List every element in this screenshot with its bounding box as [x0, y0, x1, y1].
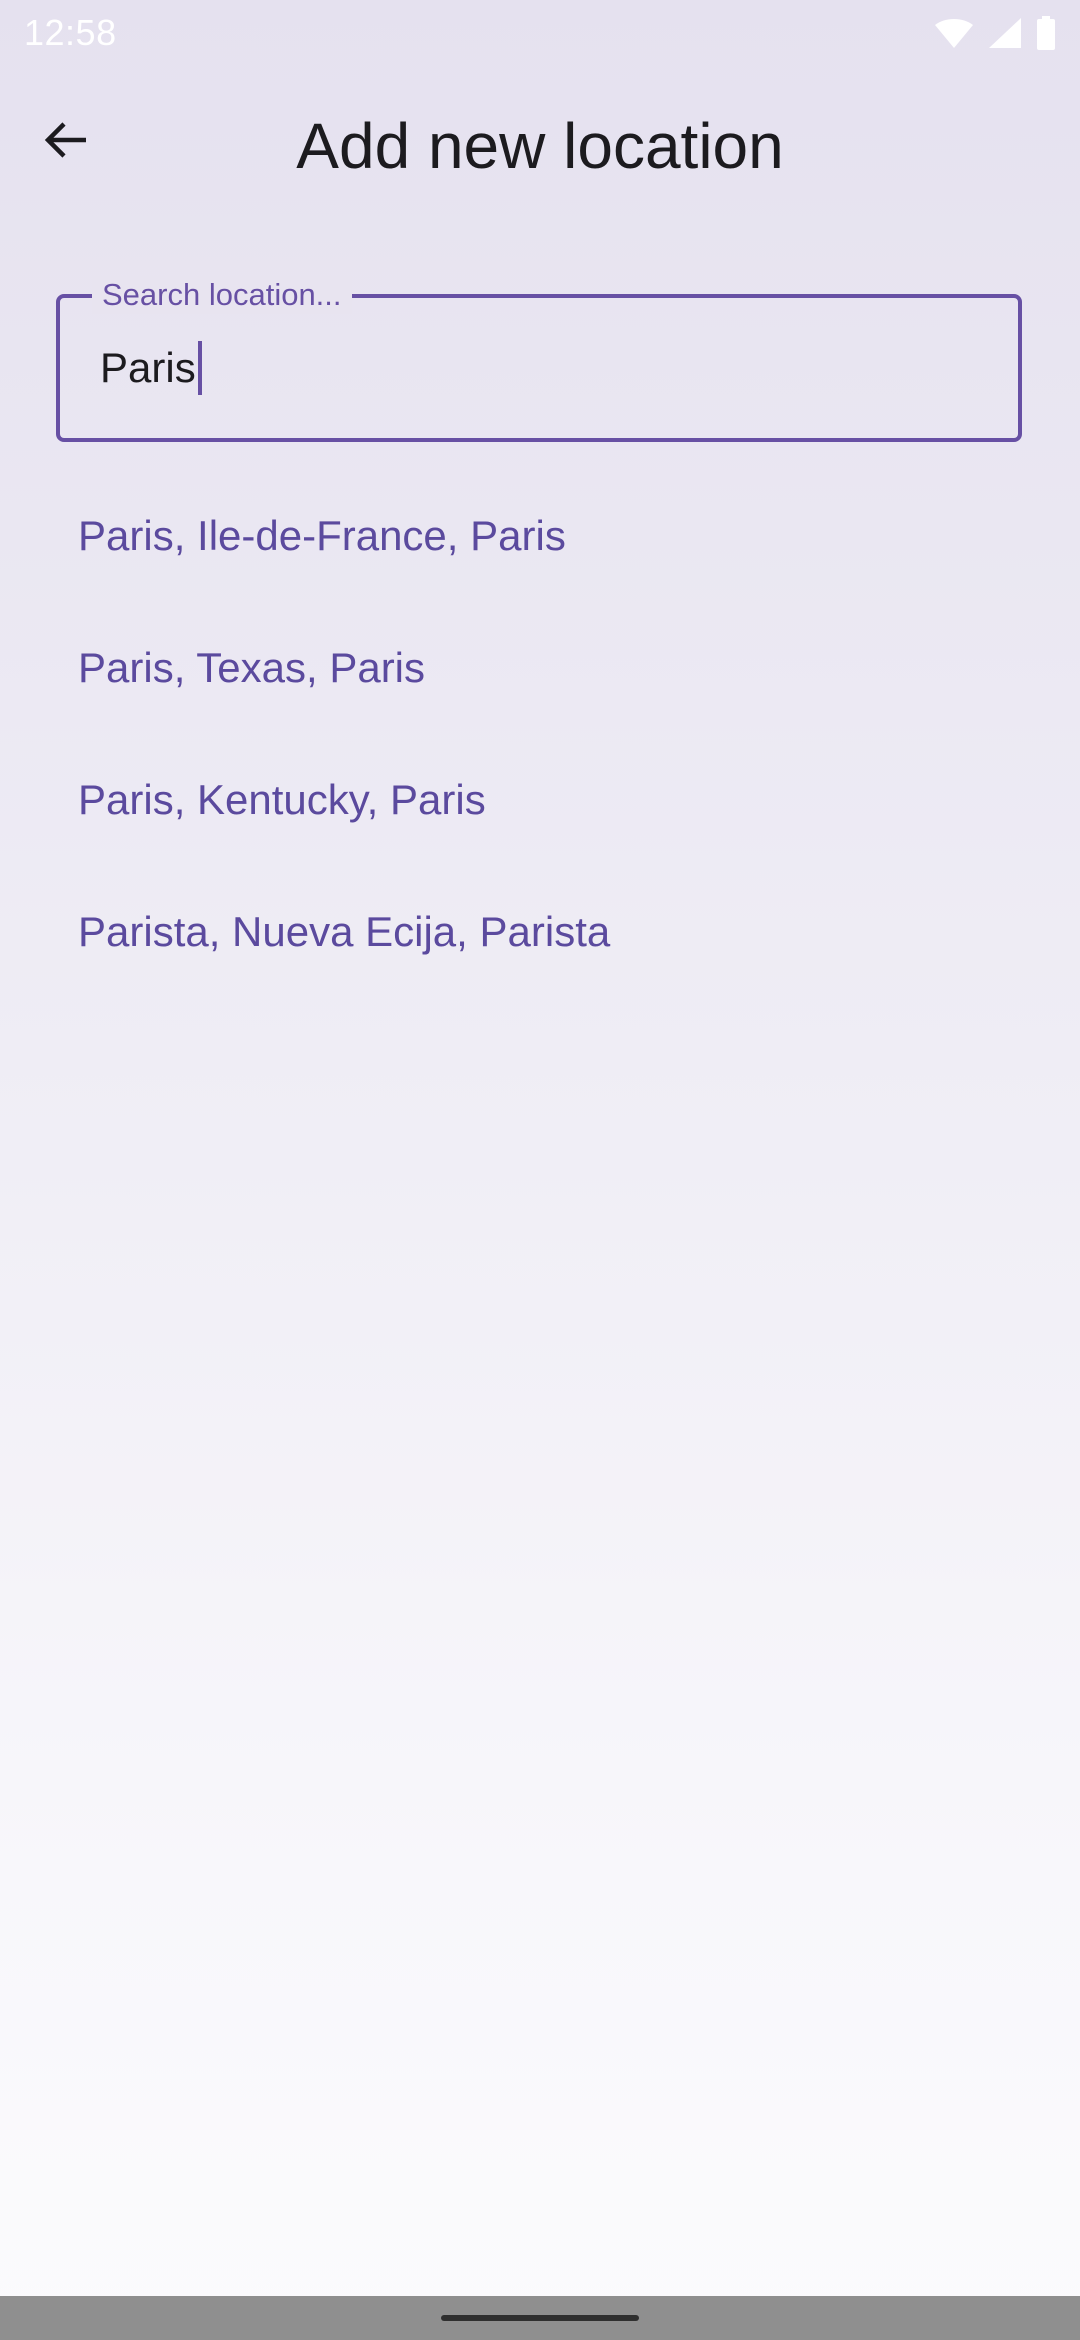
suggestion-item[interactable]: Paris, Texas, Paris — [0, 602, 1080, 734]
search-field-label: Search location... — [92, 276, 352, 314]
status-icons — [934, 14, 1056, 52]
search-input-value: Paris — [100, 344, 196, 391]
search-input[interactable]: Paris — [100, 338, 960, 398]
search-location-field[interactable]: Search location... Paris — [56, 276, 1022, 442]
text-cursor — [197, 341, 202, 395]
suggestion-item[interactable]: Paris, Kentucky, Paris — [0, 734, 1080, 866]
suggestion-item[interactable]: Parista, Nueva Ecija, Parista — [0, 866, 1080, 998]
gesture-handle[interactable] — [441, 2315, 639, 2321]
suggestion-list: Paris, Ile-de-France, Paris Paris, Texas… — [0, 470, 1080, 998]
cell-signal-icon — [988, 17, 1022, 49]
battery-icon — [1036, 16, 1056, 50]
top-app-bar: Add new location — [0, 90, 1080, 210]
wifi-icon — [934, 17, 974, 49]
suggestion-item[interactable]: Paris, Ile-de-France, Paris — [0, 470, 1080, 602]
navigation-bar — [0, 2296, 1080, 2340]
page-title: Add new location — [296, 110, 784, 182]
status-time: 12:58 — [24, 12, 117, 53]
status-bar: 12:58 — [0, 0, 1080, 66]
